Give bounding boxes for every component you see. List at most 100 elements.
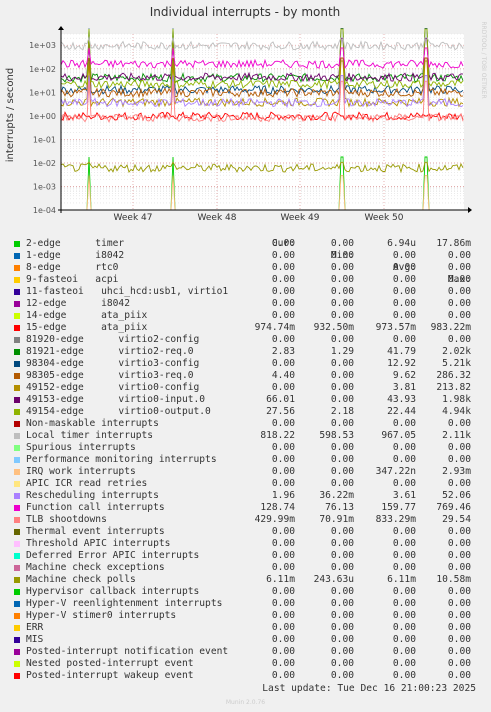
legend-swatch (14, 601, 20, 607)
legend-max-value: 0.00 (447, 562, 471, 573)
legend-swatch (14, 649, 20, 655)
legend-max-value: 983.22m (430, 322, 471, 333)
legend-min-value: 0.00 (330, 658, 354, 669)
legend-max-value: 213.82 (436, 382, 471, 393)
legend-row: Local timer interrupts 818.22 598.53 967.05… (0, 430, 491, 442)
legend-cur-value: 1.96 (271, 490, 295, 501)
legend-max-value: 0.00 (447, 670, 471, 681)
legend-swatch (14, 397, 20, 403)
legend-swatch (14, 481, 20, 487)
legend-cur-value: 66.01 (266, 394, 295, 405)
x-tick-label: Week 50 (365, 213, 404, 223)
legend-avg-value: 12.92 (387, 358, 416, 369)
legend-cur-value: 0.00 (271, 274, 295, 285)
legend-swatch (14, 253, 20, 259)
legend-cur-value: 0.00 (271, 418, 295, 429)
legend-min-value: 1.29 (330, 346, 354, 357)
x-tick-label: Week 47 (114, 213, 153, 223)
legend-swatch (14, 613, 20, 619)
legend-max-value: 4.94k (442, 406, 471, 417)
legend-row: TLB shootdowns 429.99m 70.91m 833.29m 29.54 (0, 514, 491, 526)
legend-avg-value: 0.00 (392, 454, 416, 465)
legend-swatch (14, 421, 20, 427)
legend-swatch (14, 457, 20, 463)
legend-max-value: 0.00 (447, 418, 471, 429)
legend-swatch (14, 517, 20, 523)
legend-max-value: 2.11k (442, 430, 471, 441)
legend-min-value: 598.53 (319, 430, 354, 441)
legend-max-value: 2.93m (442, 466, 471, 477)
y-tick-label: 1e+01 (29, 88, 56, 97)
legend-avg-value: 0.00 (392, 298, 416, 309)
legend-min-value: 0.00 (330, 646, 354, 657)
legend-label: Posted-interrupt wakeup event (26, 670, 194, 681)
legend-row: 8-edge rtc0 0.00 0.00 0.00 0.00 (0, 262, 491, 274)
legend-max-value: 1.98k (442, 394, 471, 405)
legend-swatch (14, 241, 20, 247)
legend-min-value: 0.00 (330, 250, 354, 261)
legend-cur-value: 0.00 (271, 586, 295, 597)
legend-label: APIC ICR read retries (26, 478, 148, 489)
y-tick-label: 1e-01 (33, 135, 56, 144)
legend-max-value: 0.00 (447, 598, 471, 609)
legend-cur-value: 0.00 (271, 634, 295, 645)
y-tick-label: 1e-02 (33, 159, 56, 168)
legend-row: 49154-edge virtio0-output.0 27.56 2.18 22.4… (0, 406, 491, 418)
legend-avg-value: 159.77 (381, 502, 416, 513)
legend-cur-value: 0.00 (271, 262, 295, 273)
legend-label: Performance monitoring interrupts (26, 454, 217, 465)
legend-avg-value: 0.00 (392, 478, 416, 489)
legend-cur-value: 0.00 (271, 382, 295, 393)
legend-swatch (14, 349, 20, 355)
legend-label: Hyper-V reenlightenment interrupts (26, 598, 223, 609)
legend-avg-value: 0.00 (392, 250, 416, 261)
legend-label: 15-edge ata_piix (26, 322, 148, 333)
legend-avg-value: 0.00 (392, 334, 416, 345)
legend-max-value: 0.00 (447, 478, 471, 489)
legend-swatch (14, 325, 20, 331)
chart-svg: Individual interrupts - by month interru… (5, 5, 487, 223)
legend-cur-value: 818.22 (260, 430, 295, 441)
legend-max-value: 0.00 (447, 334, 471, 345)
legend-cur-value: 0.00 (271, 466, 295, 477)
legend-cur-value: 0.00 (271, 598, 295, 609)
legend-label: MIS (26, 634, 44, 645)
legend-row: Nested posted-interrupt event 0.00 0.00 0.0… (0, 658, 491, 670)
legend-min-value: 0.00 (330, 598, 354, 609)
legend-min-value: 0.00 (330, 670, 354, 681)
legend-row: IRQ work interrupts 0.00 0.00 347.22n 2.93m (0, 466, 491, 478)
legend-avg-value: 0.00 (392, 670, 416, 681)
rrdtool-credit: RRDTOOL / TOBI OETIKER (480, 21, 487, 98)
legend-swatch (14, 541, 20, 547)
legend-max-value: 0.00 (447, 550, 471, 561)
legend-max-value: 17.86m (436, 238, 471, 249)
legend-cur-value: 0.00 (271, 562, 295, 573)
legend-avg-value: 0.00 (392, 622, 416, 633)
legend-cur-value: 0.00 (271, 442, 295, 453)
legend-row: Hyper-V reenlightenment interrupts 0.00 0.… (0, 598, 491, 610)
legend-min-value: 0.00 (330, 622, 354, 633)
legend-swatch (14, 637, 20, 643)
legend-min-value: 0.00 (330, 442, 354, 453)
legend-max-value: 52.06 (442, 490, 471, 501)
legend-row: 49153-edge virtio0-input.0 66.01 0.00 43.93… (0, 394, 491, 406)
legend-swatch (14, 433, 20, 439)
legend-avg-value: 0.00 (392, 442, 416, 453)
legend-min-value: 0.00 (330, 310, 354, 321)
legend-min-value: 0.00 (330, 610, 354, 621)
legend-table: Cur: Min: Avg: Max: 2-edge timer 0.00 0.00… (0, 226, 491, 682)
legend-max-value: 0.00 (447, 658, 471, 669)
legend-rows: 2-edge timer 0.00 0.00 6.94u 17.86m 1-edge i8… (0, 238, 491, 682)
legend-row: 49152-edge virtio0-config 0.00 0.00 3.81 213… (0, 382, 491, 394)
legend-cur-value: 0.00 (271, 658, 295, 669)
y-tick-label: 1e-04 (33, 206, 56, 215)
legend-row: Threshold APIC interrupts 0.00 0.00 0.00 0.0… (0, 538, 491, 550)
legend-row: Rescheduling interrupts 1.96 36.22m 3.61 52.… (0, 490, 491, 502)
legend-row: 11-fasteoi uhci_hcd:usb1, virtio1 0.00 0.0… (0, 286, 491, 298)
legend-row: Machine check polls 6.11m 243.63u 6.11m 10.5… (0, 574, 491, 586)
legend-cur-value: 0.00 (271, 670, 295, 681)
legend-cur-value: 0.00 (271, 238, 295, 249)
legend-swatch (14, 505, 20, 511)
y-axis-label: interrupts / second (5, 68, 16, 162)
legend-swatch (14, 625, 20, 631)
